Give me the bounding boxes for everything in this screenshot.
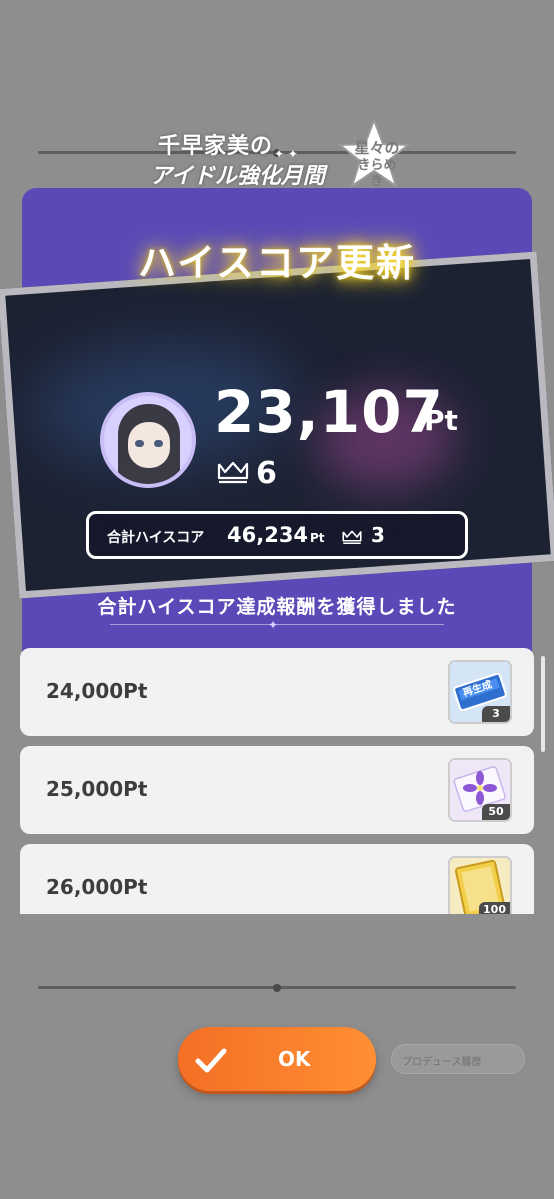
reward-threshold: 25,000Pt bbox=[46, 777, 148, 801]
crown-icon bbox=[217, 461, 249, 484]
purple-flower-card-icon[interactable]: 50 bbox=[448, 758, 512, 822]
rank-value: 6 bbox=[256, 456, 277, 491]
ok-button[interactable]: OK bbox=[178, 1027, 376, 1091]
item-quantity: 3 bbox=[482, 706, 510, 722]
event-subtitle-line1: 星々の bbox=[354, 139, 400, 157]
event-logo: 千早家美の アイドル強化月間 星々の きらめき ✦ ✦ bbox=[150, 118, 410, 196]
produce-history-button[interactable]: プロデュース履歴 bbox=[391, 1044, 525, 1074]
score-unit: Pt bbox=[424, 404, 458, 437]
crown-icon bbox=[342, 530, 362, 545]
reward-list-scrollbar[interactable] bbox=[541, 656, 545, 752]
checkmark-icon bbox=[195, 1048, 227, 1073]
reward-list[interactable]: 24,000Pt 再生成 3 25,000Pt 50 26,000Pt 100 bbox=[20, 648, 534, 914]
gold-card-icon[interactable]: 100 bbox=[448, 856, 512, 914]
item-quantity: 100 bbox=[479, 902, 510, 914]
event-title-line1: 千早家美の bbox=[158, 133, 274, 159]
background-dot-bottom bbox=[273, 984, 281, 992]
total-high-score-box: 合計ハイスコア 46,234 Pt 3 bbox=[86, 511, 468, 559]
sparkle-icon: ✦ bbox=[268, 618, 279, 632]
high-score-headline: ハイスコア更新 bbox=[137, 241, 417, 285]
reward-threshold: 26,000Pt bbox=[46, 875, 148, 899]
score-value: 23,107 bbox=[214, 378, 444, 446]
total-high-score-label: 合計ハイスコア bbox=[107, 530, 205, 546]
regeneration-ticket-icon[interactable]: 再生成 3 bbox=[448, 660, 512, 724]
total-high-score-unit: Pt bbox=[310, 531, 325, 545]
reward-row: 26,000Pt 100 bbox=[20, 844, 534, 914]
reward-row: 25,000Pt 50 bbox=[20, 746, 534, 834]
svg-text:✦ ✦: ✦ ✦ bbox=[274, 147, 298, 161]
idol-avatar bbox=[100, 392, 196, 488]
reward-row: 24,000Pt 再生成 3 bbox=[20, 648, 534, 736]
event-subtitle-line2: きらめき bbox=[357, 158, 397, 189]
reward-caption: 合計ハイスコア達成報酬を獲得しました bbox=[97, 596, 457, 618]
item-quantity: 50 bbox=[482, 804, 510, 820]
ok-button-label: OK bbox=[278, 1047, 311, 1071]
total-high-score-value: 46,234 bbox=[227, 523, 309, 547]
reward-threshold: 24,000Pt bbox=[46, 679, 148, 703]
produce-history-label: プロデュース履歴 bbox=[402, 1057, 482, 1068]
sparkle-icon: ✦ ✦ bbox=[274, 147, 298, 161]
total-rank-value: 3 bbox=[371, 523, 385, 547]
